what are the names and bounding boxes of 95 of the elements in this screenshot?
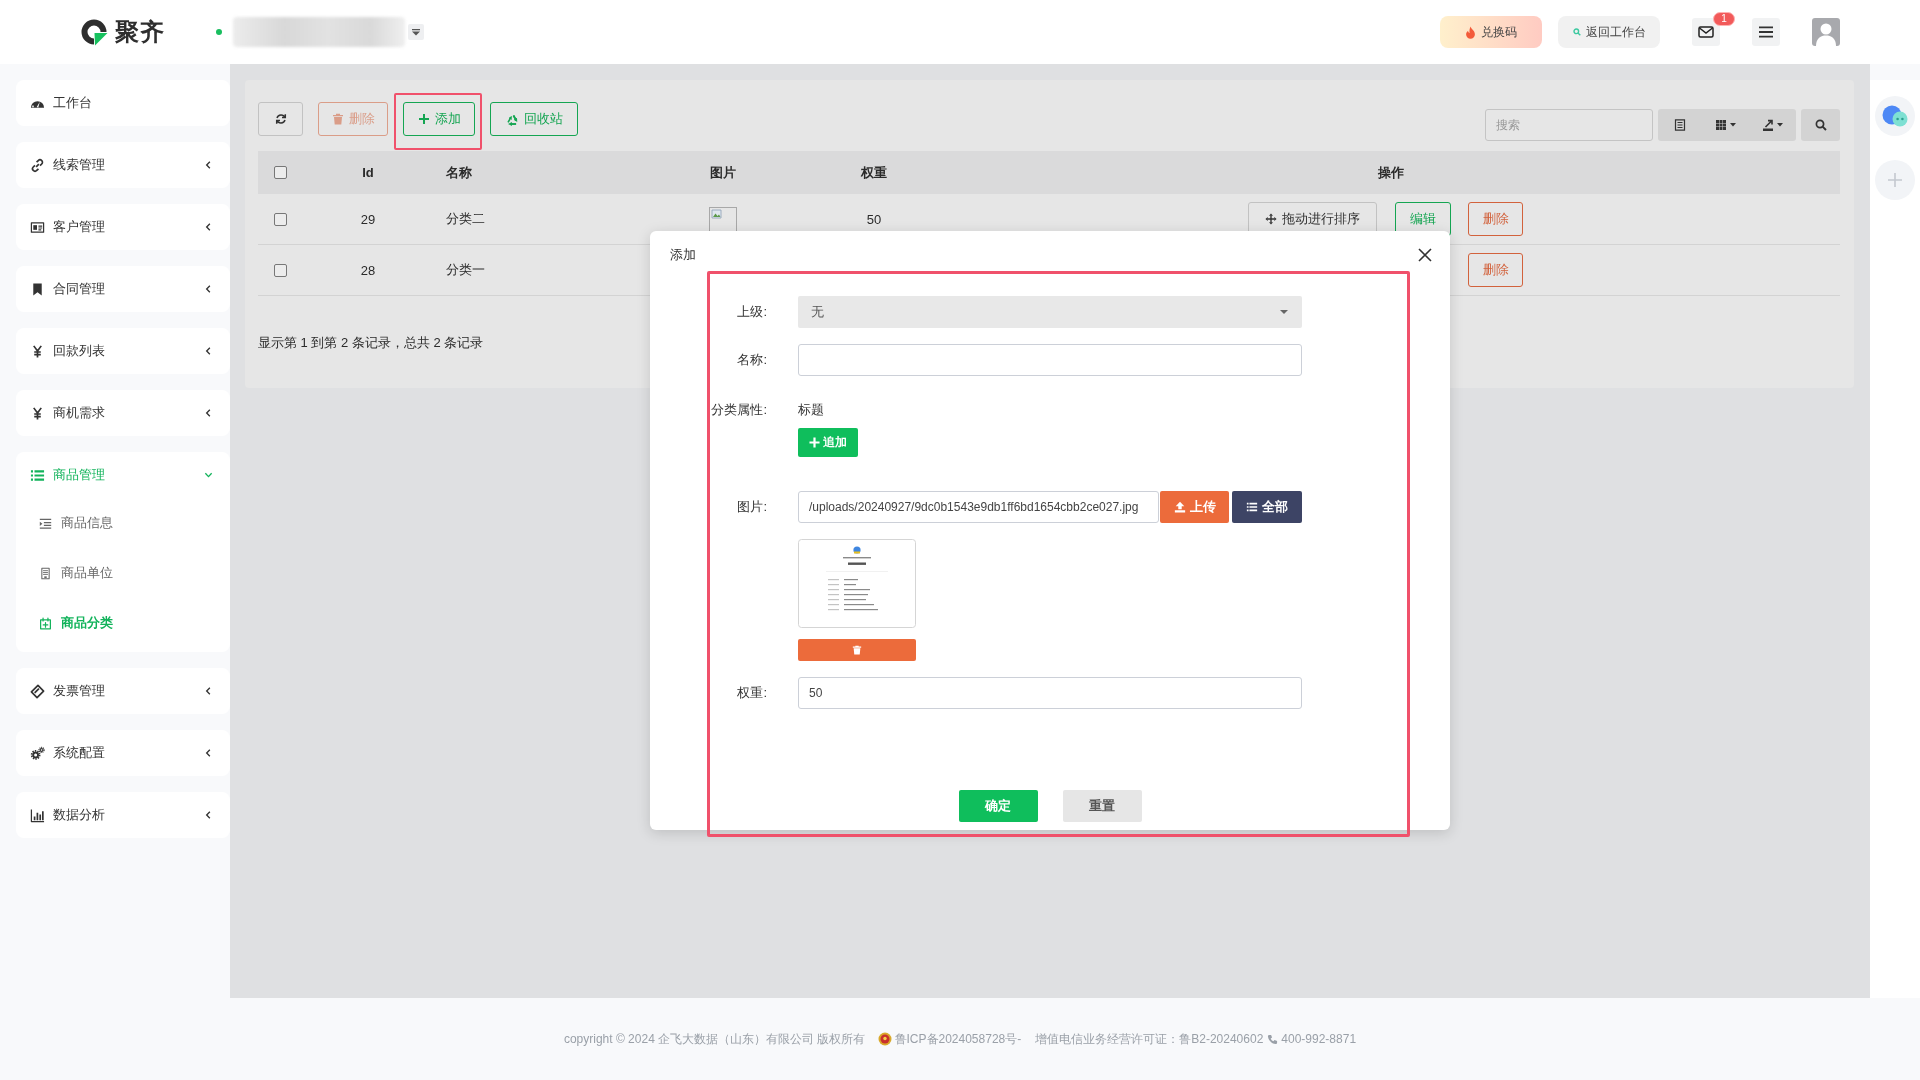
mail-icon xyxy=(1698,26,1714,38)
field-label: 上级: xyxy=(736,303,767,321)
list-icon xyxy=(30,467,45,483)
select-field[interactable]: 无 xyxy=(798,296,1302,328)
table-cell: 分类二 xyxy=(446,210,485,228)
indent-list-icon xyxy=(39,516,52,530)
mail-button[interactable] xyxy=(1692,18,1720,46)
sidebar-item[interactable]: 工作台 xyxy=(16,80,230,126)
choose-all-button[interactable]: 全部 xyxy=(1232,491,1302,523)
sidebar-item[interactable]: 商机需求 xyxy=(16,390,230,436)
column-header: 操作 xyxy=(1377,163,1404,182)
trash-icon xyxy=(331,113,344,125)
status-dot-icon xyxy=(216,29,222,35)
caret-icon xyxy=(1776,123,1783,127)
table-cell: 分类一 xyxy=(446,261,485,279)
menu-icon xyxy=(1759,26,1773,38)
calendar-plus-icon xyxy=(39,616,52,630)
column-header: 名称 xyxy=(446,163,472,182)
trash-icon xyxy=(852,645,862,655)
table-cell: 50 xyxy=(866,211,882,227)
move-icon xyxy=(1265,213,1277,225)
caret-icon xyxy=(1729,123,1736,127)
plus-icon xyxy=(417,113,430,125)
list-view-button[interactable] xyxy=(1658,109,1702,141)
police-badge-icon xyxy=(877,1032,892,1046)
phone-icon xyxy=(1267,1033,1279,1045)
flame-icon xyxy=(1465,25,1476,39)
id-card-icon xyxy=(30,219,45,235)
link-icon xyxy=(30,157,45,173)
text-input[interactable] xyxy=(798,344,1302,376)
sidebar-item[interactable]: 数据分析 xyxy=(16,792,230,838)
search-icon xyxy=(1814,119,1827,131)
caret-icon xyxy=(412,28,420,36)
grid-icon xyxy=(1714,119,1727,131)
bar-chart-icon xyxy=(30,807,45,823)
tag-icon xyxy=(30,683,45,699)
close-button[interactable] xyxy=(1417,247,1433,263)
checkbox[interactable] xyxy=(273,212,287,226)
license-text: 增值电信业务经营许可证：鲁B2-20240602 xyxy=(1035,1030,1264,1048)
checkbox[interactable] xyxy=(273,263,287,277)
path-input[interactable]: /uploads/20240927/9dc0b1543e9db1ff6bd1654cbb2ce027.jpg xyxy=(798,491,1159,523)
copyright-text: copyright © 2024 企飞大数据（山东）有限公司 版权所有 xyxy=(563,1030,866,1048)
table-cell: 29 xyxy=(360,211,376,227)
list-icon xyxy=(1674,119,1686,131)
recycle-icon xyxy=(505,112,519,126)
sidebar-item[interactable]: 发票管理 xyxy=(16,668,230,714)
column-header: 图片 xyxy=(710,163,736,182)
modal-title: 添加 xyxy=(670,246,696,264)
field-label: 权重: xyxy=(736,684,767,702)
yen-icon xyxy=(30,405,45,421)
sidebar-subitem[interactable]: 商品信息 xyxy=(16,498,230,548)
search-field[interactable]: 搜索 xyxy=(1485,109,1653,141)
caret-icon xyxy=(1280,310,1288,314)
search-button[interactable] xyxy=(1801,109,1840,141)
notification-badge: 1 xyxy=(1713,12,1735,26)
sidebar-subitem[interactable]: 商品单位 xyxy=(16,548,230,598)
export-button[interactable] xyxy=(1748,109,1796,141)
sidebar-item[interactable]: 回款列表 xyxy=(16,328,230,374)
yen-icon xyxy=(30,343,45,359)
chat-button[interactable] xyxy=(1875,96,1915,136)
checkbox[interactable] xyxy=(273,166,287,179)
sidebar-item[interactable]: 系统配置 xyxy=(16,730,230,776)
menu-button[interactable] xyxy=(1752,18,1780,46)
refresh-button[interactable] xyxy=(258,102,303,136)
close-icon xyxy=(1418,248,1432,262)
chat-bubbles-icon xyxy=(1882,105,1908,127)
logo-text: 聚齐 xyxy=(115,17,165,47)
logo-icon xyxy=(80,18,108,46)
search-icon xyxy=(1572,28,1581,36)
upload-icon xyxy=(1173,501,1186,513)
refresh-icon xyxy=(274,113,287,125)
sidebar-item[interactable]: 客户管理 xyxy=(16,204,230,250)
column-header: 权重 xyxy=(861,163,887,182)
bookmark-icon xyxy=(30,281,45,297)
gears-icon xyxy=(30,745,45,761)
field-label: 图片: xyxy=(736,498,767,516)
text-input[interactable]: 50 xyxy=(798,677,1302,709)
plus-icon xyxy=(1887,172,1903,188)
back-to-workbench-button[interactable]: 返回工作台 xyxy=(1558,16,1660,48)
column-header: Id xyxy=(362,165,374,180)
sidebar-item[interactable]: 线索管理 xyxy=(16,142,230,188)
phone-number: 400-992-8871 xyxy=(1281,1032,1357,1046)
list-icon xyxy=(1246,501,1258,513)
plus-icon xyxy=(809,437,820,448)
reset-button[interactable]: 重置 xyxy=(1062,790,1142,822)
document-icon xyxy=(39,566,52,580)
dropdown-toggle[interactable] xyxy=(408,24,424,40)
pagination-summary: 显示第 1 到第 2 条记录，总共 2 条记录 xyxy=(258,335,485,351)
redeem-code-button[interactable]: 兑换码 xyxy=(1440,16,1542,48)
field-label: 名称: xyxy=(736,351,767,369)
attribute-label: 标题 xyxy=(798,401,824,419)
sidebar-item[interactable]: 合同管理 xyxy=(16,266,230,312)
table-cell: 28 xyxy=(360,262,376,278)
export-icon xyxy=(1761,119,1774,131)
field-label: 分类属性: xyxy=(710,401,767,419)
